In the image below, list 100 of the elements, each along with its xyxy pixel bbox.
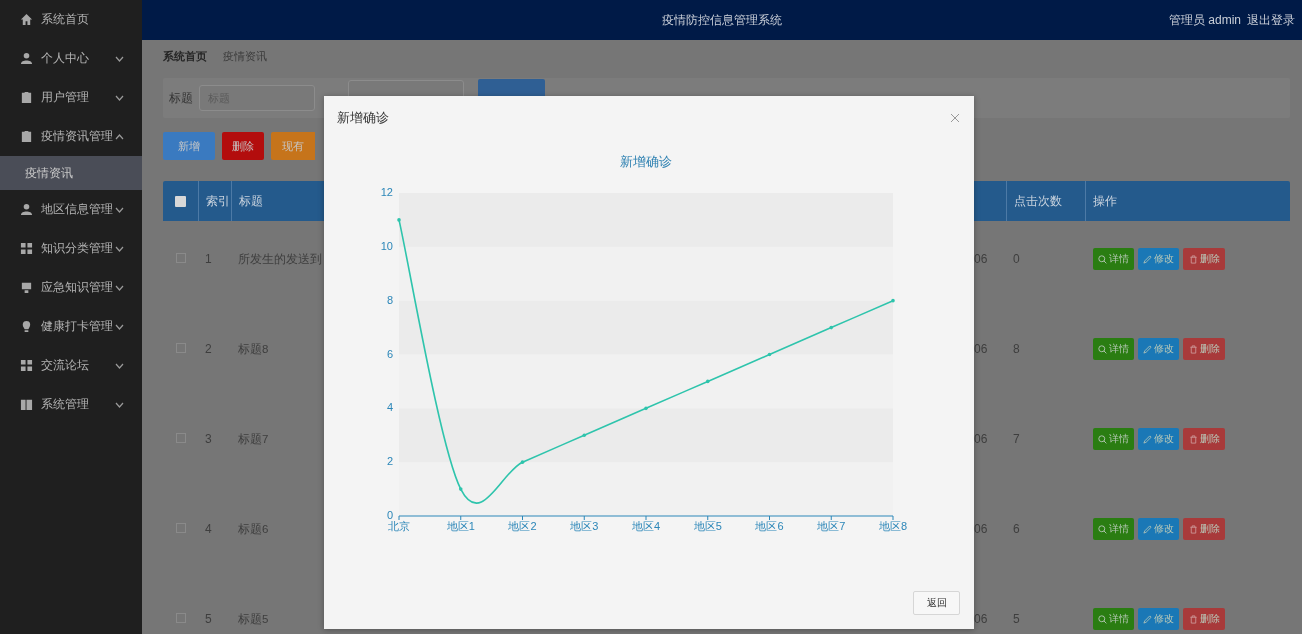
sidebar-item[interactable]: 个人中心 bbox=[0, 39, 142, 78]
table-cell-text: 4 bbox=[204, 521, 213, 538]
edit-button[interactable]: 修改 bbox=[1138, 248, 1179, 270]
search-icon bbox=[1098, 344, 1107, 354]
sidebar-item[interactable]: 交流论坛 bbox=[0, 346, 142, 385]
delete-button[interactable]: 删除 bbox=[222, 132, 264, 160]
pencil-icon bbox=[1143, 254, 1152, 264]
table-cell-text: 6 bbox=[1012, 521, 1021, 538]
search-icon bbox=[1098, 614, 1107, 624]
bulb-icon bbox=[20, 320, 33, 333]
column-header: 索引 bbox=[206, 192, 230, 210]
toolbar-button[interactable]: 现有 bbox=[271, 132, 315, 160]
table-cell-text: 5 bbox=[204, 611, 213, 628]
chart-title: 新增确诊 bbox=[620, 154, 672, 169]
logout-link[interactable]: 退出登录 bbox=[1247, 11, 1295, 29]
axis-label: 北京 bbox=[388, 520, 410, 532]
detail-button[interactable]: 详情 bbox=[1093, 428, 1134, 450]
book-icon bbox=[20, 398, 33, 411]
data-point bbox=[582, 433, 587, 438]
sidebar-item[interactable]: 健康打卡管理 bbox=[0, 307, 142, 346]
user-name: 管理员 admin bbox=[1168, 11, 1241, 29]
grid-icon bbox=[20, 359, 33, 372]
edit-button[interactable]: 修改 bbox=[1138, 428, 1179, 450]
trash-icon bbox=[1188, 524, 1198, 534]
grid-icon bbox=[20, 242, 33, 255]
axis-label: 2 bbox=[386, 455, 393, 468]
axis-label: 12 bbox=[380, 186, 393, 198]
app-title: 疫情防控信息管理系统 bbox=[662, 11, 782, 29]
sidebar-item[interactable]: 应急知识管理 bbox=[0, 268, 142, 307]
pencil-icon bbox=[1143, 434, 1152, 444]
delete-button[interactable]: 删除 bbox=[1183, 518, 1225, 540]
axis-label: 地区7 bbox=[817, 520, 846, 532]
breadcrumb-item[interactable]: 系统首页 bbox=[163, 49, 207, 71]
axis-label: 地区3 bbox=[570, 520, 599, 532]
column-header: 点击次数 bbox=[1014, 192, 1062, 210]
trash-icon bbox=[1188, 434, 1198, 444]
trash-icon bbox=[1188, 344, 1198, 354]
close-icon[interactable] bbox=[950, 113, 960, 123]
data-point bbox=[829, 325, 834, 330]
axis-label: 6 bbox=[386, 347, 393, 360]
table-cell-text: 5 bbox=[1012, 611, 1021, 628]
edit-button[interactable]: 修改 bbox=[1138, 338, 1179, 360]
sidebar-item[interactable]: 疫情资讯管理 bbox=[0, 117, 142, 156]
column-header: 标题 bbox=[239, 192, 263, 210]
data-point bbox=[767, 352, 772, 357]
axis-label: 地区1 bbox=[446, 520, 475, 532]
table-cell-text: 7 bbox=[1012, 431, 1021, 448]
search-icon bbox=[1098, 254, 1107, 264]
table-cell-text: 2 bbox=[204, 341, 213, 358]
home-icon bbox=[20, 13, 33, 26]
trash-icon bbox=[1188, 254, 1198, 264]
axis-label: 地区5 bbox=[693, 520, 722, 532]
detail-button[interactable]: 详情 bbox=[1093, 518, 1134, 540]
clipboard-icon bbox=[20, 91, 33, 104]
axis-label: 8 bbox=[386, 293, 393, 306]
table-cell-text: 8 bbox=[1012, 341, 1021, 358]
monitor-icon bbox=[20, 281, 33, 294]
pencil-icon bbox=[1143, 614, 1152, 624]
sidebar-subitem[interactable]: 疫情资讯 bbox=[0, 156, 142, 190]
add-button[interactable]: 新增 bbox=[163, 132, 215, 160]
sidebar-item[interactable]: 系统首页 bbox=[0, 0, 142, 39]
search-icon bbox=[1098, 434, 1107, 444]
sidebar-item[interactable]: 用户管理 bbox=[0, 78, 142, 117]
data-point bbox=[520, 460, 525, 464]
table-cell-text: 1 bbox=[204, 251, 213, 268]
user-icon bbox=[20, 203, 33, 216]
detail-button[interactable]: 详情 bbox=[1093, 248, 1134, 270]
data-point bbox=[891, 298, 895, 303]
data-point bbox=[644, 406, 648, 411]
axis-label: 10 bbox=[380, 239, 393, 252]
axis-label: 0 bbox=[386, 509, 393, 521]
detail-button[interactable]: 详情 bbox=[1093, 608, 1134, 630]
user-icon bbox=[20, 52, 33, 65]
sidebar-item[interactable]: 地区信息管理 bbox=[0, 190, 142, 229]
field-label: 标题 bbox=[169, 89, 193, 107]
detail-button[interactable]: 详情 bbox=[1093, 338, 1134, 360]
delete-button[interactable]: 删除 bbox=[1183, 608, 1225, 630]
select-all-checkbox[interactable] bbox=[175, 195, 186, 207]
trash-icon bbox=[1188, 614, 1198, 624]
edit-button[interactable]: 修改 bbox=[1138, 608, 1179, 630]
delete-button[interactable]: 删除 bbox=[1183, 248, 1225, 270]
axis-label: 地区4 bbox=[631, 520, 661, 532]
axis-label: 4 bbox=[386, 401, 393, 414]
sidebar-item[interactable]: 系统管理 bbox=[0, 385, 142, 424]
sidebar-item[interactable]: 知识分类管理 bbox=[0, 229, 142, 268]
table-cell-text: 3 bbox=[204, 431, 213, 448]
axis-label: 地区6 bbox=[755, 520, 784, 532]
pencil-icon bbox=[1143, 524, 1152, 534]
axis-label: 地区2 bbox=[508, 520, 537, 532]
axis-label: 地区8 bbox=[878, 520, 908, 532]
column-header: 操作 bbox=[1093, 192, 1117, 210]
dialog-title: 新增确诊 bbox=[337, 109, 389, 127]
pencil-icon bbox=[1143, 344, 1152, 354]
clipboard-icon bbox=[20, 130, 33, 143]
edit-button[interactable]: 修改 bbox=[1138, 518, 1179, 540]
delete-button[interactable]: 删除 bbox=[1183, 428, 1225, 450]
back-button[interactable]: 返回 bbox=[913, 591, 960, 615]
data-point bbox=[458, 487, 463, 491]
data-point bbox=[705, 379, 710, 384]
delete-button[interactable]: 删除 bbox=[1183, 338, 1225, 360]
